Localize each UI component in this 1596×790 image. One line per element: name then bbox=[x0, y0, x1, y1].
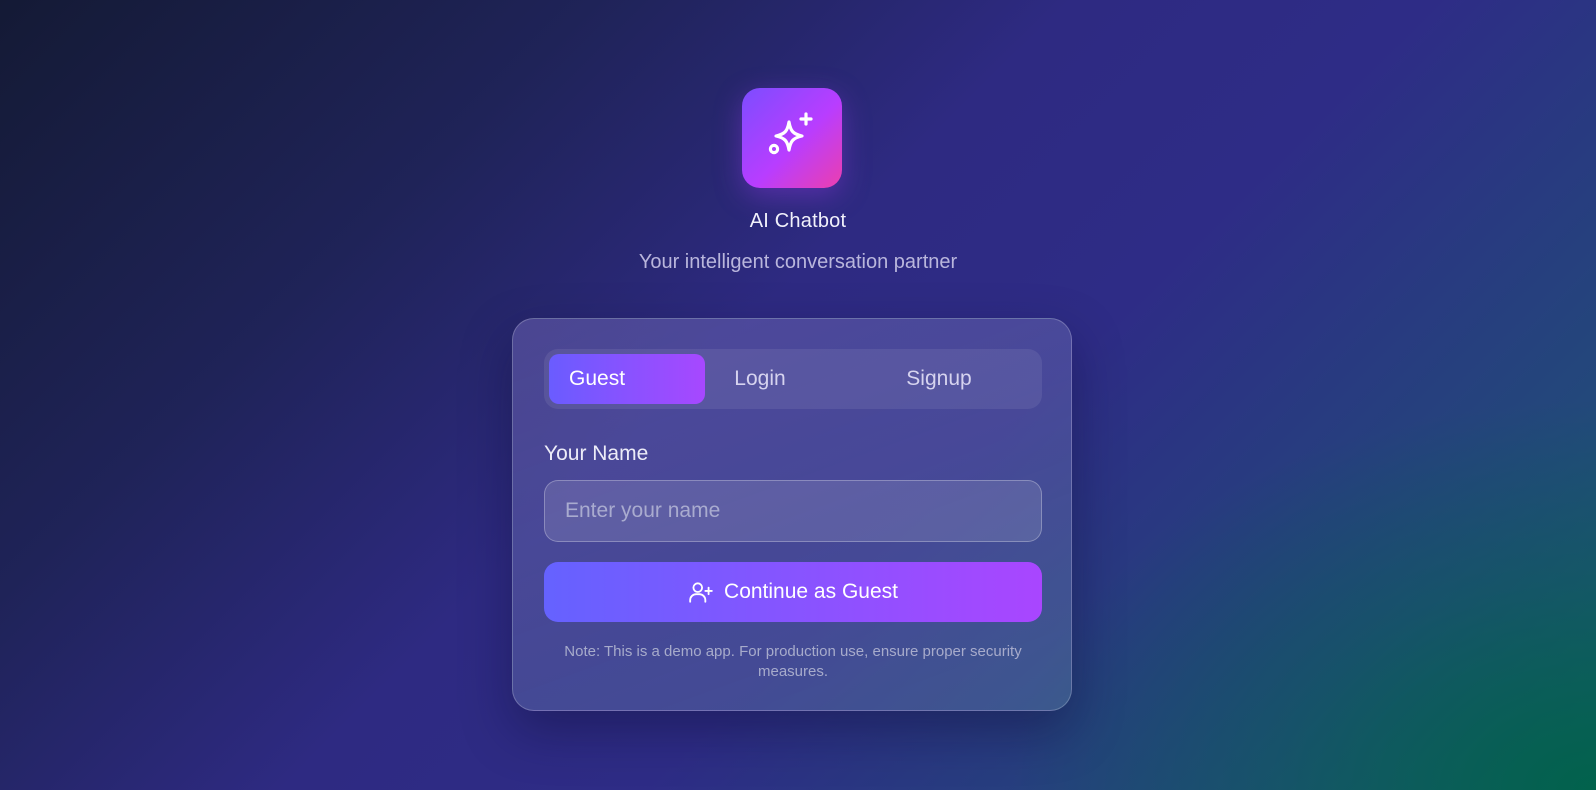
auth-card: Guest Login Signup Your Name Continue as… bbox=[512, 318, 1072, 711]
continue-as-guest-button[interactable]: Continue as Guest bbox=[544, 562, 1042, 622]
tab-signup[interactable]: Signup bbox=[884, 354, 994, 404]
demo-note: Note: This is a demo app. For production… bbox=[564, 643, 1022, 680]
user-plus-icon bbox=[688, 579, 714, 605]
sparkles-icon bbox=[765, 109, 819, 168]
tab-guest[interactable]: Guest bbox=[549, 354, 705, 404]
auth-tabs: Guest Login Signup bbox=[544, 349, 1042, 409]
name-input[interactable] bbox=[544, 480, 1042, 542]
app-subtitle: Your intelligent conversation partner bbox=[638, 251, 958, 273]
name-label: Your Name bbox=[544, 442, 649, 465]
app-title: AI Chatbot bbox=[749, 210, 847, 232]
tab-login[interactable]: Login bbox=[705, 354, 815, 404]
app-logo bbox=[742, 88, 842, 188]
continue-button-label: Continue as Guest bbox=[724, 580, 898, 603]
